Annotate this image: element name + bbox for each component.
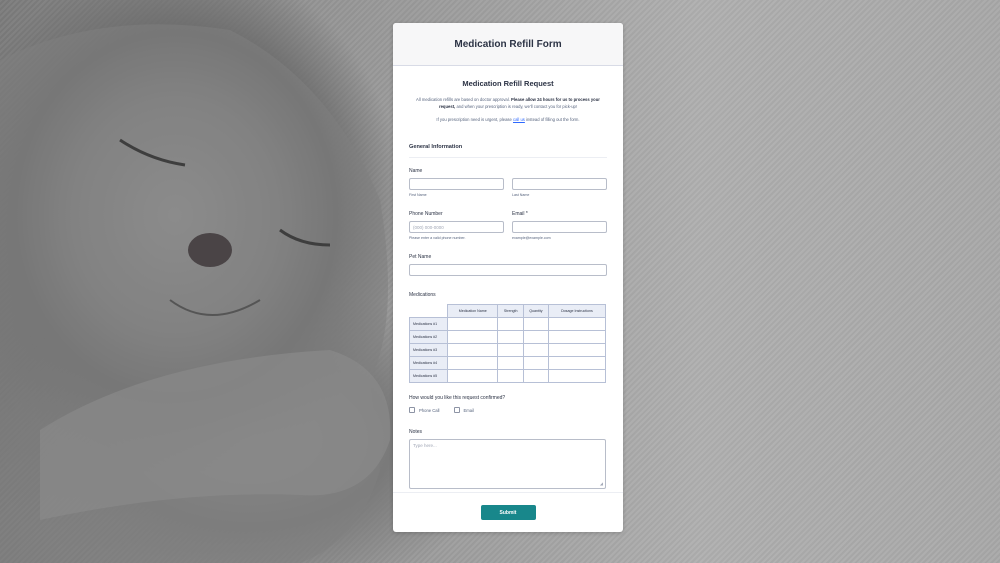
email-label: Email * (512, 211, 528, 217)
notes-textarea[interactable]: Type here... ◢ (409, 439, 606, 489)
row-header: Medications #2 (409, 330, 448, 344)
form-card: Medication Refill Form Medication Refill… (393, 23, 623, 532)
table-cell-input[interactable] (522, 369, 549, 383)
email-checkbox[interactable] (453, 407, 460, 413)
phone-hint: Please enter a valid phone number. (409, 236, 466, 240)
row-header: Medications #4 (409, 356, 448, 370)
phone-input[interactable]: (000) 000-0000 (409, 221, 504, 233)
phone-call-label: Phone Call (419, 407, 440, 413)
table-corner (409, 304, 448, 318)
urgent-text-after: instead of filling out the form. (526, 117, 580, 122)
first-name-hint: First Name (409, 193, 427, 197)
call-us-link[interactable]: call us (513, 117, 525, 122)
table-cell-input[interactable] (497, 369, 524, 383)
last-name-input[interactable] (512, 178, 607, 190)
notes-label: Notes (409, 429, 423, 435)
table-cell-input[interactable] (547, 317, 607, 331)
table-row: Medications #3 (409, 343, 607, 357)
resize-handle-icon[interactable]: ◢ (600, 481, 603, 486)
table-cell-input[interactable] (497, 343, 524, 357)
table-cell-input[interactable] (446, 330, 499, 344)
table-cell-input[interactable] (446, 356, 499, 370)
form-footer: Submit (393, 492, 623, 532)
phone-call-checkbox[interactable] (409, 407, 415, 413)
intro-text-2: and when your prescription is ready, we'… (456, 104, 578, 109)
notes-placeholder: Type here... (413, 443, 437, 448)
table-row: Medications #4 (409, 356, 607, 370)
pet-name-input[interactable] (409, 264, 607, 276)
name-label: Name (409, 168, 423, 174)
medications-label: Medications (409, 292, 436, 298)
request-title: Medication Refill Request (462, 79, 554, 88)
phone-call-option[interactable]: Phone Call (409, 407, 440, 413)
medications-table: Medication Name Strength Quantity Dosage… (409, 304, 607, 383)
phone-label: Phone Number (409, 211, 443, 217)
table-cell-input[interactable] (446, 343, 499, 357)
table-cell-input[interactable] (497, 356, 524, 370)
table-row: Medications #1 (409, 317, 607, 331)
row-header: Medications #5 (409, 369, 448, 383)
email-option-label: Email (463, 407, 474, 413)
pet-name-label: Pet Name (409, 254, 432, 260)
column-header: Strength (497, 304, 524, 318)
confirm-question: How would you like this request confirme… (409, 395, 506, 401)
table-cell-input[interactable] (547, 330, 607, 344)
table-row: Medications #5 (409, 369, 607, 383)
table-cell-input[interactable] (547, 369, 607, 383)
intro-paragraph: All medication refills are based on doct… (409, 96, 607, 110)
email-input[interactable] (512, 221, 607, 233)
urgent-text-before: If you prescription need is urgent, plea… (436, 117, 512, 122)
column-header: Dosage Instructions (547, 304, 607, 318)
row-header: Medications #3 (409, 343, 448, 357)
email-hint: example@example.com (512, 236, 551, 240)
table-cell-input[interactable] (522, 317, 549, 331)
row-header: Medications #1 (409, 317, 448, 331)
submit-button[interactable]: Submit (480, 505, 536, 520)
table-cell-input[interactable] (497, 330, 524, 344)
table-cell-input[interactable] (497, 317, 524, 331)
email-option[interactable]: Email (453, 407, 474, 413)
table-cell-input[interactable] (446, 369, 499, 383)
table-cell-input[interactable] (522, 356, 549, 370)
table-cell-input[interactable] (446, 317, 499, 331)
urgent-paragraph: If you prescription need is urgent, plea… (409, 117, 607, 122)
table-cell-input[interactable] (522, 330, 549, 344)
table-cell-input[interactable] (547, 356, 607, 370)
intro-text-1: All medication refills are based on doct… (416, 97, 510, 102)
table-cell-input[interactable] (547, 343, 607, 357)
form-header: Medication Refill Form (393, 23, 623, 66)
form-title: Medication Refill Form (454, 38, 562, 50)
medications-header-row: Medication Name Strength Quantity Dosage… (409, 304, 607, 318)
table-cell-input[interactable] (522, 343, 549, 357)
last-name-hint: Last Name (512, 193, 530, 197)
cat-illustration (0, 24, 391, 563)
column-header: Medication Name (446, 304, 499, 318)
first-name-input[interactable] (409, 178, 504, 190)
column-header: Quantity (522, 304, 549, 318)
table-row: Medications #2 (409, 330, 607, 344)
general-info-heading: General Information (409, 144, 607, 158)
